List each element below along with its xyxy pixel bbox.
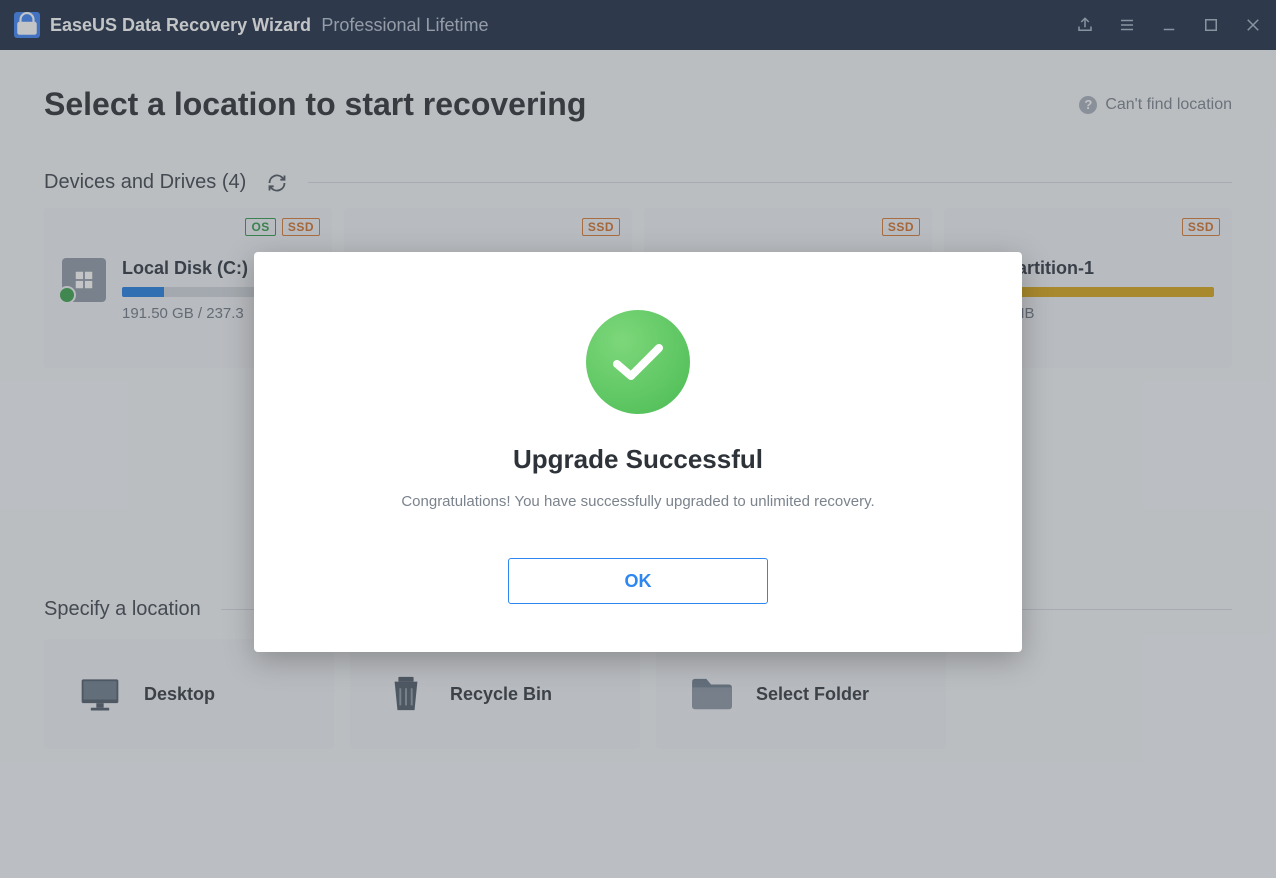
modal-overlay: Upgrade Successful Congratulations! You … [0,0,1276,878]
success-check-icon [586,310,690,414]
modal-message: Congratulations! You have successfully u… [401,493,874,510]
upgrade-successful-modal: Upgrade Successful Congratulations! You … [254,252,1022,652]
modal-title: Upgrade Successful [513,444,763,475]
ok-button[interactable]: OK [508,558,768,604]
